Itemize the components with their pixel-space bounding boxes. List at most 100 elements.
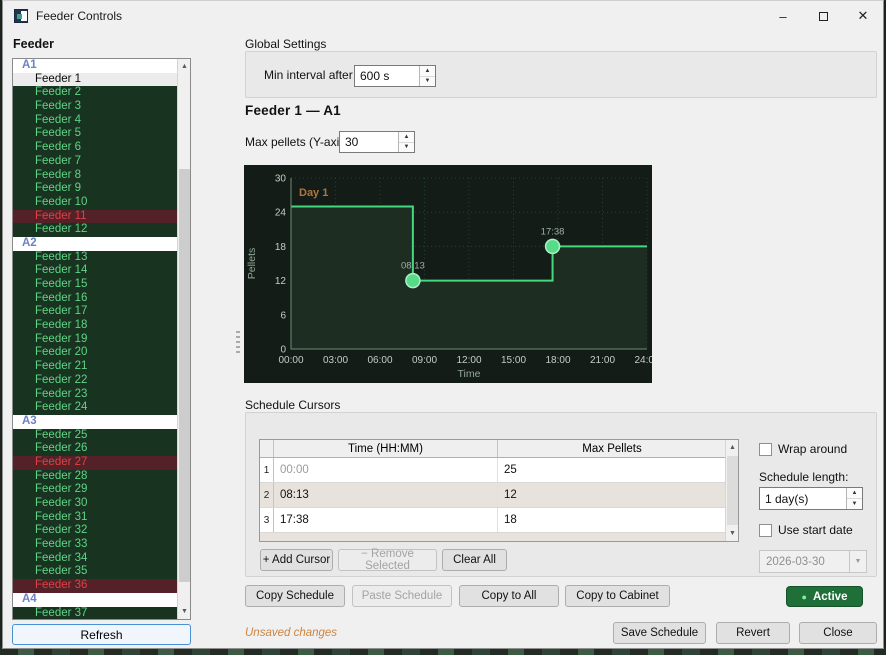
feeder-list-item[interactable]: Feeder 29 xyxy=(13,483,179,497)
feeder-list[interactable]: A1Feeder 1Feeder 2Feeder 3Feeder 4Feeder… xyxy=(12,58,191,620)
feeder-list-item[interactable]: Feeder 37 xyxy=(13,607,179,621)
feeder-group-header[interactable]: A3 xyxy=(13,415,179,429)
scroll-down-icon[interactable]: ▼ xyxy=(178,604,191,619)
feeder-list-item[interactable]: Feeder 3 xyxy=(13,100,179,114)
clear-all-button[interactable]: Clear All xyxy=(442,549,507,571)
scrollbar-thumb[interactable] xyxy=(727,456,738,525)
spin-up-icon[interactable]: ▲ xyxy=(420,66,435,77)
feeder-list-item[interactable]: Feeder 25 xyxy=(13,429,179,443)
spin-down-icon[interactable]: ▼ xyxy=(420,77,435,87)
wrap-around-checkbox[interactable] xyxy=(759,443,772,456)
feeder-list-scrollbar[interactable]: ▲ ▼ xyxy=(177,59,190,619)
feeder-list-item[interactable]: Feeder 4 xyxy=(13,114,179,128)
time-cell[interactable]: 00:00 xyxy=(274,458,498,482)
row-number[interactable]: 1 xyxy=(260,458,274,482)
feeder-list-item[interactable]: Feeder 26 xyxy=(13,442,179,456)
use-start-date-row: Use start date xyxy=(759,523,853,537)
remove-selected-button[interactable]: − Remove Selected xyxy=(338,549,437,571)
maximize-button[interactable] xyxy=(803,1,843,31)
cursor-table-row[interactable]: 100:0025 xyxy=(260,458,738,483)
feeder-list-item[interactable]: Feeder 14 xyxy=(13,264,179,278)
refresh-button[interactable]: Refresh xyxy=(12,624,191,645)
schedule-length-label: Schedule length: xyxy=(759,470,848,484)
x-tick-label: 09:00 xyxy=(412,355,437,366)
feeder-group-header[interactable]: A1 xyxy=(13,59,179,73)
spin-up-icon[interactable]: ▲ xyxy=(399,132,414,143)
copy-schedule-button[interactable]: Copy Schedule xyxy=(245,585,345,607)
schedule-chart-svg: 061218243000:0003:0006:0009:0012:0015:00… xyxy=(244,165,652,383)
row-number[interactable]: 2 xyxy=(260,483,274,507)
feeder-list-item[interactable]: Feeder 19 xyxy=(13,333,179,347)
feeder-list-item[interactable]: Feeder 30 xyxy=(13,497,179,511)
feeder-list-item[interactable]: Feeder 9 xyxy=(13,182,179,196)
copy-to-all-button[interactable]: Copy to All xyxy=(459,585,559,607)
add-cursor-button[interactable]: + Add Cursor xyxy=(260,549,333,571)
feeder-list-item[interactable]: Feeder 11 xyxy=(13,210,179,224)
feeder-list-item[interactable]: Feeder 8 xyxy=(13,169,179,183)
active-status-button[interactable]: ● Active xyxy=(786,586,863,607)
feeder-list-item[interactable]: Feeder 15 xyxy=(13,278,179,292)
time-cell[interactable]: 17:38 xyxy=(274,508,498,532)
save-schedule-button[interactable]: Save Schedule xyxy=(613,622,706,644)
schedule-length-spinbox[interactable]: 1 day(s) ▲ ▼ xyxy=(759,487,863,510)
feeder-list-item[interactable]: Feeder 28 xyxy=(13,470,179,484)
time-cell[interactable]: 08:13 xyxy=(274,483,498,507)
feeder-list-item[interactable]: Feeder 34 xyxy=(13,552,179,566)
feeder-group-header[interactable]: A2 xyxy=(13,237,179,251)
feeder-list-item[interactable]: Feeder 7 xyxy=(13,155,179,169)
schedule-chart[interactable]: 061218243000:0003:0006:0009:0012:0015:00… xyxy=(244,165,652,383)
feeder-list-item[interactable]: Feeder 2 xyxy=(13,86,179,100)
splitter-handle[interactable] xyxy=(236,331,240,353)
feeder-list-item[interactable]: Feeder 32 xyxy=(13,524,179,538)
feeder-list-item[interactable]: Feeder 12 xyxy=(13,223,179,237)
spin-down-icon[interactable]: ▼ xyxy=(847,499,862,509)
copy-to-cabinet-button[interactable]: Copy to Cabinet xyxy=(565,585,670,607)
paste-schedule-button[interactable]: Paste Schedule xyxy=(352,585,452,607)
spin-up-icon[interactable]: ▲ xyxy=(847,488,862,499)
table-scrollbar[interactable]: ▲ ▼ xyxy=(725,440,738,541)
scroll-down-icon[interactable]: ▼ xyxy=(726,526,739,541)
row-number[interactable]: 3 xyxy=(260,508,274,532)
day-label: Day 1 xyxy=(299,187,328,199)
feeder-group-header[interactable]: A4 xyxy=(13,593,179,607)
feeder-list-item[interactable]: Feeder 31 xyxy=(13,511,179,525)
minimize-button[interactable]: – xyxy=(763,1,803,31)
feeder-list-item[interactable]: Feeder 13 xyxy=(13,251,179,265)
x-tick-label: 12:00 xyxy=(456,355,481,366)
cursor-table[interactable]: Time (HH:MM) Max Pellets 100:0025208:131… xyxy=(259,439,739,542)
feeder-list-item[interactable]: Feeder 33 xyxy=(13,538,179,552)
scrollbar-thumb[interactable] xyxy=(179,169,190,582)
pellets-cell[interactable]: 12 xyxy=(498,483,727,507)
revert-button[interactable]: Revert xyxy=(716,622,790,644)
scroll-up-icon[interactable]: ▲ xyxy=(726,440,739,455)
feeder-list-item[interactable]: Feeder 5 xyxy=(13,127,179,141)
feeder-list-item[interactable]: Feeder 18 xyxy=(13,319,179,333)
feeder-page-title: Feeder 1 — A1 xyxy=(245,103,341,118)
feeder-list-item[interactable]: Feeder 17 xyxy=(13,305,179,319)
start-date-combobox[interactable]: 2026-03-30 ▼ xyxy=(759,550,867,573)
feeder-list-item[interactable]: Feeder 1 xyxy=(13,73,179,87)
feeder-list-item[interactable]: Feeder 20 xyxy=(13,346,179,360)
feeder-list-item[interactable]: Feeder 10 xyxy=(13,196,179,210)
cursor-table-row[interactable]: 317:3818 xyxy=(260,508,738,533)
scroll-up-icon[interactable]: ▲ xyxy=(178,59,191,74)
spin-down-icon[interactable]: ▼ xyxy=(399,143,414,153)
min-interval-spinbox[interactable]: 600 s ▲ ▼ xyxy=(354,65,436,87)
feeder-list-item[interactable]: Feeder 36 xyxy=(13,579,179,593)
close-button[interactable]: Close xyxy=(799,622,877,644)
max-pellets-spinbox[interactable]: 30 ▲ ▼ xyxy=(339,131,415,153)
pellets-cell[interactable]: 18 xyxy=(498,508,727,532)
feeder-list-item[interactable]: Feeder 35 xyxy=(13,565,179,579)
feeder-list-item[interactable]: Feeder 16 xyxy=(13,292,179,306)
feeder-list-item[interactable]: Feeder 23 xyxy=(13,388,179,402)
feeder-list-item[interactable]: Feeder 24 xyxy=(13,401,179,415)
cursor-table-row[interactable]: 208:1312 xyxy=(260,483,738,508)
use-start-date-checkbox[interactable] xyxy=(759,524,772,537)
feeder-list-item[interactable]: Feeder 21 xyxy=(13,360,179,374)
close-window-button[interactable]: ✕ xyxy=(843,1,883,31)
feeder-list-item[interactable]: Feeder 27 xyxy=(13,456,179,470)
feeder-list-item[interactable]: Feeder 22 xyxy=(13,374,179,388)
feeder-list-item[interactable]: Feeder 6 xyxy=(13,141,179,155)
feeder-panel-title: Feeder xyxy=(13,37,54,51)
pellets-cell[interactable]: 25 xyxy=(498,458,727,482)
